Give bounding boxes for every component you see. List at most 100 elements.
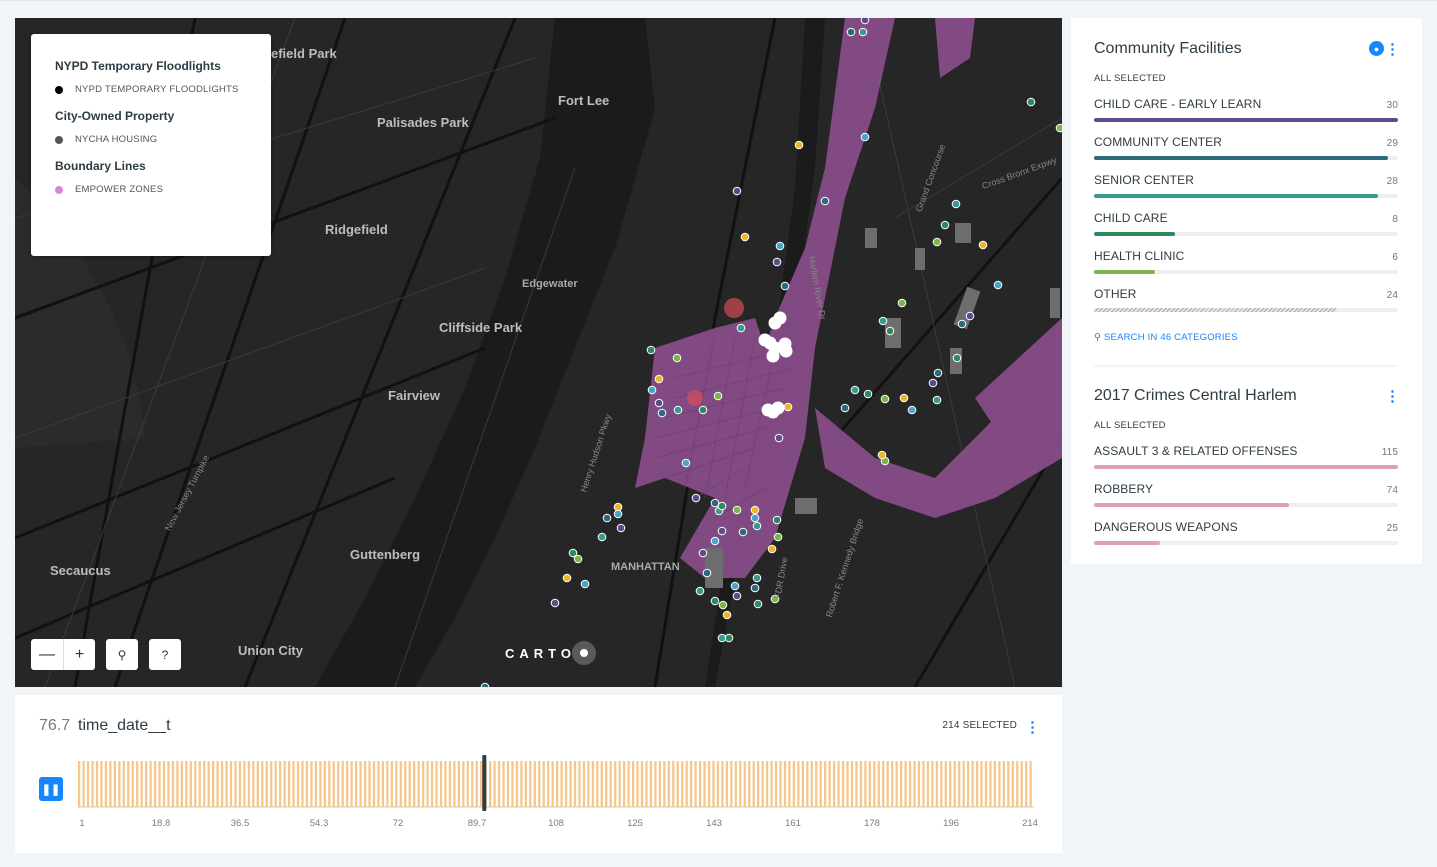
facility-point[interactable]: [774, 433, 784, 443]
time-scrubber-handle[interactable]: [482, 755, 487, 811]
facility-point[interactable]: [752, 573, 762, 583]
facility-point[interactable]: [978, 240, 988, 250]
facility-point[interactable]: [562, 573, 572, 583]
facility-point[interactable]: [775, 241, 785, 251]
color-drop-icon[interactable]: ●: [1369, 41, 1384, 56]
category-item[interactable]: ROBBERY 74: [1094, 482, 1398, 507]
floodlight-point[interactable]: [766, 349, 780, 363]
pause-button[interactable]: ❚❚: [39, 777, 63, 801]
floodlight-point[interactable]: [766, 405, 780, 419]
facility-point[interactable]: [722, 610, 732, 620]
facility-point[interactable]: [907, 405, 917, 415]
facility-point[interactable]: [767, 544, 777, 554]
facility-point[interactable]: [602, 513, 612, 523]
facility-point[interactable]: [750, 513, 760, 523]
facility-point[interactable]: [846, 27, 856, 37]
facility-point[interactable]: [957, 319, 967, 329]
facility-point[interactable]: [750, 505, 760, 515]
category-item[interactable]: DANGEROUS WEAPONS 25: [1094, 520, 1398, 545]
facility-point[interactable]: [647, 385, 657, 395]
zoom-in-button[interactable]: +: [63, 639, 95, 670]
facility-point[interactable]: [952, 353, 962, 363]
facility-point[interactable]: [710, 536, 720, 546]
facility-point[interactable]: [840, 403, 850, 413]
search-categories-link[interactable]: ⚲ SEARCH IN 46 CATEGORIES: [1094, 332, 1398, 343]
widget-menu-icon[interactable]: ⋮: [1385, 42, 1400, 57]
facility-point[interactable]: [940, 220, 950, 230]
facility-point[interactable]: [732, 591, 742, 601]
facility-point[interactable]: [736, 323, 746, 333]
facility-point[interactable]: [613, 502, 623, 512]
facility-point[interactable]: [772, 257, 782, 267]
facility-point[interactable]: [597, 532, 607, 542]
facility-point[interactable]: [932, 237, 942, 247]
floodlight-point[interactable]: [773, 311, 787, 325]
facility-point[interactable]: [616, 523, 626, 533]
facility-point[interactable]: [877, 450, 887, 460]
facility-point[interactable]: [885, 326, 895, 336]
facility-point[interactable]: [850, 385, 860, 395]
facility-point[interactable]: [717, 501, 727, 511]
facility-point[interactable]: [738, 527, 748, 537]
facility-point[interactable]: [613, 509, 623, 519]
facility-point[interactable]: [928, 378, 938, 388]
facility-point[interactable]: [860, 132, 870, 142]
histogram[interactable]: [78, 755, 1034, 811]
facility-point[interactable]: [899, 393, 909, 403]
facility-point[interactable]: [673, 405, 683, 415]
facility-point[interactable]: [713, 391, 723, 401]
widget-menu-icon[interactable]: ⋮: [1025, 718, 1040, 736]
facility-point[interactable]: [1055, 123, 1062, 133]
facility-point[interactable]: [860, 18, 870, 25]
facility-point[interactable]: [710, 498, 720, 508]
facility-point[interactable]: [753, 599, 763, 609]
facility-point[interactable]: [773, 532, 783, 542]
facility-point[interactable]: [780, 281, 790, 291]
crime-point[interactable]: [687, 390, 703, 406]
facility-point[interactable]: [695, 586, 705, 596]
facility-point[interactable]: [933, 368, 943, 378]
category-item[interactable]: SENIOR CENTER 28: [1094, 173, 1398, 198]
facility-point[interactable]: [783, 402, 793, 412]
facility-point[interactable]: [672, 353, 682, 363]
facility-point[interactable]: [691, 493, 701, 503]
facility-point[interactable]: [1026, 97, 1036, 107]
category-item[interactable]: CHILD CARE - EARLY LEARN 30: [1094, 97, 1398, 122]
map[interactable]: efield Park Fort Lee Palisades Park Ridg…: [15, 18, 1062, 687]
facility-point[interactable]: [772, 515, 782, 525]
facility-point[interactable]: [858, 27, 868, 37]
category-item[interactable]: COMMUNITY CENTER 29: [1094, 135, 1398, 160]
facility-point[interactable]: [880, 394, 890, 404]
category-item[interactable]: OTHER 24: [1094, 287, 1398, 312]
facility-point[interactable]: [710, 596, 720, 606]
facility-point[interactable]: [932, 395, 942, 405]
crime-point[interactable]: [724, 298, 744, 318]
facility-point[interactable]: [681, 458, 691, 468]
facility-point[interactable]: [657, 408, 667, 418]
facility-point[interactable]: [654, 398, 664, 408]
category-item[interactable]: ASSAULT 3 & RELATED OFFENSES 115: [1094, 444, 1398, 469]
facility-point[interactable]: [863, 389, 873, 399]
facility-point[interactable]: [740, 232, 750, 242]
facility-point[interactable]: [820, 196, 830, 206]
facility-point[interactable]: [717, 526, 727, 536]
facility-point[interactable]: [724, 633, 734, 643]
facility-point[interactable]: [993, 280, 1003, 290]
facility-point[interactable]: [718, 600, 728, 610]
facility-point[interactable]: [480, 682, 490, 687]
facility-point[interactable]: [965, 311, 975, 321]
facility-point[interactable]: [698, 548, 708, 558]
facility-point[interactable]: [732, 186, 742, 196]
facility-point[interactable]: [732, 505, 742, 515]
facility-point[interactable]: [698, 405, 708, 415]
facility-point[interactable]: [750, 583, 760, 593]
facility-point[interactable]: [951, 199, 961, 209]
facility-point[interactable]: [573, 554, 583, 564]
category-item[interactable]: HEALTH CLINIC 6: [1094, 249, 1398, 274]
widget-menu-icon[interactable]: ⋮: [1385, 389, 1400, 404]
category-item[interactable]: CHILD CARE 8: [1094, 211, 1398, 236]
facility-point[interactable]: [752, 521, 762, 531]
facility-point[interactable]: [654, 374, 664, 384]
facility-point[interactable]: [702, 568, 712, 578]
facility-point[interactable]: [550, 598, 560, 608]
